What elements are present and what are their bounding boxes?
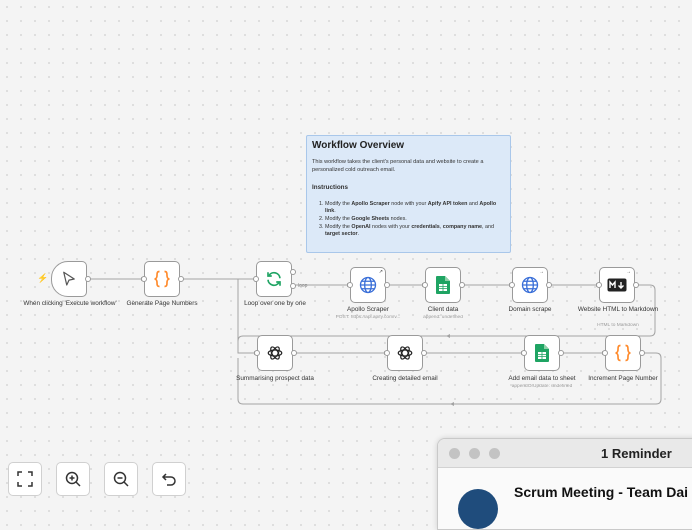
refresh-icon [267,271,281,287]
arrow-right-badge-icon: → [539,269,544,275]
zoom-in-icon [65,471,81,487]
workflow-canvas[interactable]: loop Workflow Overview This workflow tak… [0,0,692,505]
webhook-badge-icon: ↗ [378,269,383,275]
reminder-window[interactable]: 1 Reminder Scrum Meeting - Team Dai [437,438,692,530]
openai-icon [267,346,283,360]
instructions-heading: Instructions [312,184,349,192]
reminder-title: Scrum Meeting - Team Dai [514,484,689,500]
calendar-avatar-icon [458,489,498,529]
openai-icon [397,346,413,360]
fit-view-button[interactable] [8,462,42,496]
node-summarising-prospect-data[interactable] [257,335,293,371]
node-loop-over-items[interactable] [256,261,292,297]
node-label: Summarising prospect data [236,375,314,382]
google-sheets-icon [436,276,450,294]
globe-icon [359,276,377,294]
globe-icon [521,276,539,294]
node-label: Increment Page Number [588,375,658,382]
cursor-icon [63,271,75,286]
zoom-in-button[interactable] [56,462,90,496]
code-braces-icon [615,344,631,362]
undo-icon [161,473,176,486]
instruction-item: Modify the OpenAI nodes with your creden… [325,224,505,238]
sticky-title: Workflow Overview [312,140,405,151]
zoom-out-button[interactable] [104,462,138,496]
instruction-item: Modify the Apollo Scraper node with your… [325,201,505,215]
node-creating-detailed-email[interactable] [387,335,423,371]
node-subtitle: append: undefined [423,315,463,320]
node-subtitle: appendOrUpdate: undefined [511,384,573,389]
node-label: Website HTML to Markdown [577,306,659,313]
trigger-bolt-icon: ⚡ [37,273,49,283]
instructions-list: Modify the Apollo Scraper node with your… [312,201,505,238]
reminder-count: 1 Reminder [601,446,672,461]
window-close-button[interactable] [449,448,460,459]
instruction-item: Modify the Google Sheets nodes. [325,216,505,223]
node-domain-scrape[interactable]: → [512,267,548,303]
node-label: Generate Page Numbers [126,300,198,307]
loop-edge-label: loop [298,283,308,289]
node-generate-page-numbers[interactable] [144,261,180,297]
workflow-overview-sticky[interactable]: Workflow Overview This workflow takes th… [306,135,511,253]
window-zoom-button[interactable] [489,448,500,459]
node-html-to-markdown[interactable]: → [599,267,635,303]
node-client-data[interactable] [425,267,461,303]
window-minimize-button[interactable] [469,448,480,459]
arrow-right-badge-icon: → [626,269,631,275]
node-subtitle: HTML to Markdown [597,323,639,328]
zoom-out-icon [113,471,129,487]
reminder-titlebar: 1 Reminder [438,439,692,468]
google-sheets-icon [535,344,549,362]
node-manual-trigger[interactable] [51,261,87,297]
sticky-description: This workflow takes the client's persona… [312,159,484,173]
node-label: Creating detailed email [372,375,438,382]
undo-button[interactable] [152,462,186,496]
markdown-icon [607,278,627,292]
node-apollo-scraper[interactable]: ↗ [350,267,386,303]
code-braces-icon [154,270,170,288]
fit-view-icon [17,471,33,487]
node-increment-page-number[interactable] [605,335,641,371]
node-add-email-data[interactable] [524,335,560,371]
